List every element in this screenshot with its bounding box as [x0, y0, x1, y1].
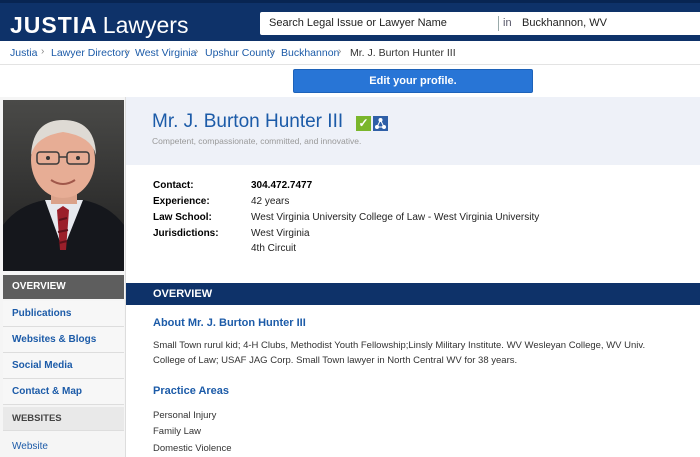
- contact-label: Contact:: [153, 180, 194, 191]
- verified-check-icon: ✓: [356, 116, 371, 131]
- search-bar: Search Legal Issue or Lawyer Name in Buc…: [260, 12, 700, 35]
- breadcrumb-buckhannon[interactable]: Buckhannon: [281, 47, 339, 59]
- breadcrumb-separator-icon: ›: [271, 46, 275, 57]
- experience-label: Experience:: [153, 196, 210, 207]
- edit-profile-button[interactable]: Edit your profile.: [293, 69, 533, 93]
- breadcrumb-lawyer-directory[interactable]: Lawyer Directory: [51, 47, 130, 59]
- websites-heading: WEBSITES: [3, 407, 124, 431]
- breadcrumb-separator-icon: ›: [195, 46, 199, 57]
- logo-subtitle: Lawyers: [102, 12, 189, 38]
- location-input[interactable]: Buckhannon, WV: [522, 17, 607, 29]
- nav-social-media[interactable]: Social Media: [3, 353, 124, 379]
- nav-overview[interactable]: OVERVIEW: [3, 275, 124, 299]
- breadcrumb-separator-icon: ›: [338, 46, 342, 57]
- experience-value: 42 years: [251, 196, 290, 207]
- tagline: Competent, compassionate, committed, and…: [152, 136, 362, 146]
- overview-section-header: OVERVIEW: [126, 283, 700, 305]
- law-school-value: West Virginia University College of Law …: [251, 212, 540, 223]
- nav-contact-map[interactable]: Contact & Map: [3, 379, 124, 405]
- logo-brand: JUSTIA: [10, 12, 98, 38]
- sidebar: OVERVIEW Publications Websites & Blogs S…: [0, 97, 126, 457]
- website-link[interactable]: Website: [3, 441, 48, 452]
- breadcrumb-west-virginia[interactable]: West Virginia: [135, 47, 196, 59]
- breadcrumb: Justia › Lawyer Directory › West Virgini…: [0, 41, 700, 65]
- jurisdiction-value: West Virginia: [251, 228, 310, 239]
- about-text: Small Town rurul kid; 4-H Clubs, Methodi…: [153, 340, 646, 366]
- profile-header: Mr. J. Burton Hunter III ✓ Competent, co…: [126, 97, 700, 165]
- breadcrumb-upshur-county[interactable]: Upshur County: [205, 47, 275, 59]
- search-input[interactable]: Search Legal Issue or Lawyer Name: [269, 17, 447, 29]
- practice-areas-heading: Practice Areas: [153, 385, 230, 397]
- site-header: JUSTIA Lawyers Search Legal Issue or Lawy…: [0, 0, 700, 41]
- jurisdiction-value: 4th Circuit: [251, 243, 297, 254]
- search-in-label: in: [503, 17, 512, 29]
- breadcrumb-justia[interactable]: Justia: [10, 47, 37, 59]
- organization-badge-icon: [373, 116, 388, 131]
- practice-area-item: Domestic Violence: [153, 443, 232, 454]
- breadcrumb-separator-icon: ›: [41, 46, 45, 57]
- jurisdictions-label: Jurisdictions:: [153, 228, 219, 239]
- nav-websites-blogs[interactable]: Websites & Blogs: [3, 327, 124, 353]
- phone-number[interactable]: 304.472.7477: [251, 180, 312, 191]
- justia-lawyers-logo[interactable]: JUSTIA Lawyers: [10, 12, 188, 39]
- about-heading: About Mr. J. Burton Hunter III: [153, 317, 306, 329]
- practice-area-item: Family Law: [153, 426, 202, 437]
- search-divider: [498, 16, 499, 31]
- breadcrumb-current: Mr. J. Burton Hunter III: [350, 47, 456, 59]
- lawyer-name: Mr. J. Burton Hunter III: [152, 111, 344, 132]
- law-school-label: Law School:: [153, 212, 212, 223]
- practice-area-item: Personal Injury: [153, 410, 217, 421]
- lawyer-photo: [3, 100, 124, 271]
- breadcrumb-separator-icon: ›: [125, 46, 129, 57]
- nav-publications[interactable]: Publications: [3, 301, 124, 327]
